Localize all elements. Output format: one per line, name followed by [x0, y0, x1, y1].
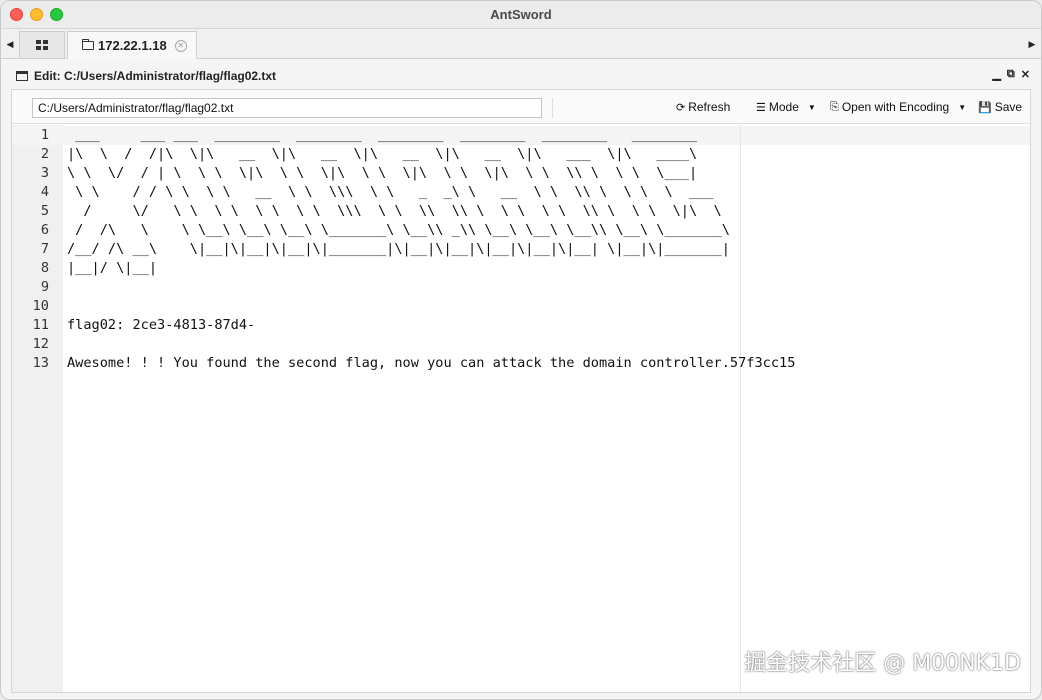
print-margin: [740, 125, 741, 692]
refresh-icon: ⟳: [676, 101, 686, 114]
tab-host-label: 172.22.1.18: [98, 38, 167, 53]
list-icon: ☰: [756, 101, 766, 114]
app-title: AntSword: [490, 7, 552, 22]
line-number: 9: [40, 279, 49, 295]
panel-header: Edit: C:/Users/Administrator/flag/flag02…: [6, 65, 1036, 87]
folder-icon: [82, 39, 94, 50]
code-line[interactable]: Awesome! ! ! You found the second flag, …: [67, 354, 795, 373]
line-number: 12: [32, 336, 49, 352]
line-number: 11: [32, 317, 49, 333]
app-window: AntSword ◀ 172.22.1.18 ✕ ▶ Edit: C:/User…: [0, 0, 1042, 700]
line-number: 2: [40, 146, 49, 162]
panel-controls: ▁ ⧉ ✕: [992, 68, 1030, 81]
line-number: 10: [32, 298, 49, 314]
code-line[interactable]: |__|/ \|__|: [67, 259, 157, 278]
panel-restore-icon[interactable]: ⧉: [1007, 68, 1015, 81]
encoding-icon: ⎘: [830, 100, 839, 113]
line-number: 5: [40, 203, 49, 219]
encoding-label: Open with Encoding: [841, 100, 950, 114]
code-line[interactable]: /__/ /\ __\ \|__|\|__|\|__|\|_______|\|_…: [67, 240, 730, 259]
refresh-label: Refresh: [688, 100, 731, 114]
panel-title: Edit: C:/Users/Administrator/flag/flag02…: [34, 69, 277, 83]
code-line[interactable]: |\ \ / /|\ \|\ __ \|\ __ \|\ __ \|\ __ \…: [67, 145, 697, 164]
title-bar: AntSword: [1, 1, 1041, 29]
toolbar-divider: [552, 98, 553, 118]
refresh-button[interactable]: ⟳ Refresh: [676, 100, 730, 114]
tab-scroll-left-icon[interactable]: ◀: [3, 29, 17, 59]
file-path-input[interactable]: [32, 98, 542, 118]
mode-label: Mode: [768, 100, 799, 114]
save-icon: 💾: [978, 101, 992, 114]
code-line[interactable]: / \/ \ \ \ \ \ \ \ \ \\\ \ \ \\ \\ \ \ \…: [67, 202, 721, 221]
code-editor[interactable]: 1 ___ ___ ___ ________ ________ ________…: [12, 125, 1030, 692]
mode-dropdown[interactable]: ☰ Mode ▼: [756, 100, 816, 114]
panel-close-icon[interactable]: ✕: [1021, 68, 1030, 81]
code-line[interactable]: / /\ \ \ \__\ \__\ \__\ \_______\ \__\\ …: [67, 221, 730, 240]
tab-host[interactable]: 172.22.1.18 ✕: [67, 31, 197, 59]
tab-bar: ◀ 172.22.1.18 ✕ ▶: [1, 29, 1041, 59]
line-number: 13: [32, 355, 49, 371]
watermark: 掘金技术社区 @ M00NK1D: [744, 651, 1021, 676]
code-line[interactable]: \ \ / / \ \ \ \ __ \ \ \\\ \ \ _ _\ \ __…: [67, 183, 713, 202]
window-icon: [16, 71, 28, 81]
chevron-down-icon: ▼: [958, 102, 967, 112]
chevron-down-icon: ▼: [807, 102, 816, 112]
line-number: 1: [40, 127, 49, 143]
panel-minimize-icon[interactable]: ▁: [992, 68, 1000, 81]
line-number: 4: [40, 184, 49, 200]
line-number: 6: [40, 222, 49, 238]
code-line[interactable]: flag02: 2ce3-4813-87d4-: [67, 316, 255, 335]
tab-scroll-right-icon[interactable]: ▶: [1025, 29, 1039, 59]
save-button[interactable]: 💾 Save: [978, 100, 1022, 114]
tab-close-icon[interactable]: ✕: [174, 39, 187, 52]
editor-toolbar: ⟳ Refresh ☰ Mode ▼ ⎘ Open with Encoding …: [12, 90, 1030, 124]
line-number: 3: [40, 165, 49, 181]
line-number: 7: [40, 241, 49, 257]
save-label: Save: [994, 100, 1023, 114]
line-number: 8: [40, 260, 49, 276]
editor-panel: ⟳ Refresh ☰ Mode ▼ ⎘ Open with Encoding …: [11, 89, 1031, 693]
code-line[interactable]: ___ ___ ___ ________ ________ ________ _…: [67, 126, 697, 145]
tab-home[interactable]: [19, 31, 65, 58]
code-line[interactable]: \ \ \/ / | \ \ \ \|\ \ \ \|\ \ \ \|\ \ \…: [67, 164, 697, 183]
grid-icon: [36, 40, 48, 50]
open-with-encoding-dropdown[interactable]: ⎘ Open with Encoding ▼: [830, 100, 966, 114]
